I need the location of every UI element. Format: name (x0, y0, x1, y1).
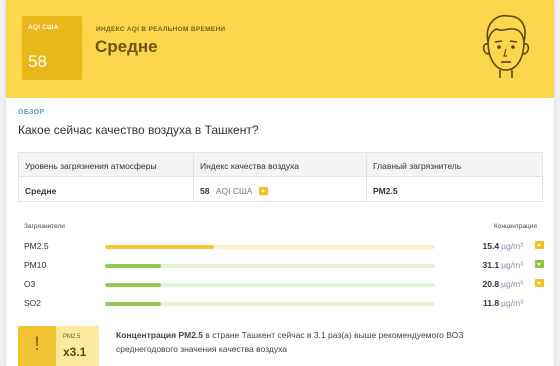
concentration-value: 31.1 µg/m³ (449, 260, 523, 270)
realtime-aqi-subtitle: ИНДЕКС AQI В РЕАЛЬНОМ ВРЕМЕНИ (96, 26, 226, 33)
concentration-number: 31.1 (482, 260, 500, 270)
concentration-bar-track (105, 302, 435, 306)
concentration-unit: µg/m³ (501, 241, 523, 251)
main-pollutant-value: PM2.5 (373, 186, 398, 196)
concentration-bar-fill (105, 245, 214, 249)
concentration-bar-fill (105, 283, 162, 287)
column-divider (366, 153, 367, 201)
concentration-bar-track (105, 283, 435, 287)
aqi-badge-value: 58 (28, 52, 47, 71)
concentration-number: 20.8 (482, 279, 500, 289)
aqi-index-value: 58 (200, 186, 210, 196)
pollutants-column-header: Загрязнители (24, 223, 65, 230)
aqi-card: AQI США 58 ИНДЕКС AQI В РЕАЛЬНОМ ВРЕМЕНИ… (6, 0, 554, 366)
aqi-badge-label: AQI США (28, 24, 59, 31)
concentration-number: 15.4 (482, 241, 500, 251)
concentration-unit: µg/m³ (501, 298, 523, 308)
pollutant-name: PM10 (24, 260, 47, 270)
concentration-unit: µg/m³ (501, 279, 523, 289)
aqi-status-title: Средне (95, 37, 158, 56)
concentration-value: 20.8 µg/m³ (449, 279, 523, 289)
concentration-bar-track (105, 245, 435, 249)
warning-pollutant-label: PM2.5 (63, 334, 81, 340)
aqi-badge: AQI США 58 (22, 16, 82, 80)
neutral-face-icon (482, 14, 530, 78)
exclamation-icon: ! (34, 334, 40, 355)
header-main-pollutant: Главный загрязнитель (373, 161, 462, 171)
concentration-column-header: Концентрация (494, 223, 537, 230)
concentration-value: 15.4 µg/m³ (449, 241, 523, 251)
overview-table: Уровень загрязнения атмосферы Индекс кач… (18, 152, 543, 202)
concentration-bar-fill (105, 264, 162, 268)
warning-square: ! (18, 326, 56, 366)
concentration-bar-track (105, 264, 435, 268)
pollutant-row: PM2.5 15.4 µg/m³ (24, 239, 544, 257)
concentration-value: 11.8 µg/m³ (449, 298, 523, 308)
aqi-index-cell: 58 AQI США (200, 186, 268, 196)
pollutant-name: SO2 (24, 298, 42, 308)
aqi-header: AQI США 58 ИНДЕКС AQI В РЕАЛЬНОМ ВРЕМЕНИ… (6, 0, 554, 98)
concentration-number: 11.8 (483, 298, 500, 308)
pollutant-name: PM2.5 (24, 241, 49, 251)
aqi-index-unit: AQI США (215, 186, 253, 196)
pollution-level-value: Средне (25, 186, 57, 196)
trend-up-icon (535, 241, 544, 249)
concentration-unit: µg/m³ (501, 260, 523, 270)
column-divider (193, 153, 194, 201)
pollutant-row: SO2 11.8 µg/m³ (24, 296, 544, 314)
trend-down-icon (535, 260, 544, 268)
overview-label: ОБЗОР (18, 109, 45, 116)
pollutant-row: PM10 31.1 µg/m³ (24, 258, 544, 276)
header-air-quality-index: Индекс качества воздуха (200, 161, 300, 171)
overview-question: Какое сейчас качество воздуха в Ташкент? (18, 123, 259, 137)
warning-multiplier: x3.1 (63, 345, 87, 359)
warning-message-bold: Концентрация PM2.5 (116, 330, 204, 340)
who-warning-message: Концентрация PM2.5 в стране Ташкент сейч… (116, 328, 516, 356)
trend-up-icon (258, 187, 268, 195)
header-pollution-level: Уровень загрязнения атмосферы (25, 161, 157, 171)
concentration-bar-fill (105, 302, 162, 306)
who-warning-badge: ! PM2.5 x3.1 (18, 326, 99, 366)
pollutant-name: O3 (24, 279, 36, 289)
trend-up-icon (535, 279, 544, 287)
pollutant-row: O3 20.8 µg/m³ (24, 277, 544, 295)
